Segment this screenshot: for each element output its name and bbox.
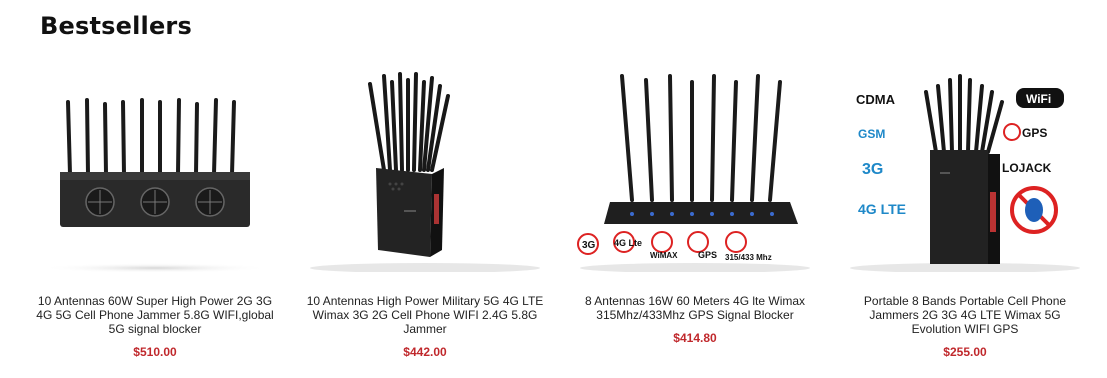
product-price: $255.00 (943, 345, 987, 359)
product-image[interactable]: CDMA GSM 3G 4G LTE WiFi GPS LOJACK (840, 62, 1090, 272)
badge-3g: 3G (582, 240, 596, 251)
badge-315-433: 315/433 Mhz (725, 253, 772, 262)
badge-gsm: GSM (858, 127, 885, 141)
product-name[interactable]: 10 Antennas 60W Super High Power 2G 3G 4… (36, 294, 274, 336)
product-name[interactable]: Portable 8 Bands Portable Cell Phone Jam… (846, 294, 1084, 336)
badge-wifi: WiFi (1026, 92, 1051, 106)
desktop-jammer-8-antennas-icon: 3G 4G Lte WiMAX GPS 315/433 Mhz (577, 74, 810, 272)
badge-cdma: CDMA (856, 92, 896, 107)
badge-gps: GPS (698, 250, 717, 260)
badge-4g-lte: 4G Lte (614, 238, 642, 248)
product-card[interactable]: 10 Antennas High Power Military 5G 4G LT… (300, 62, 550, 372)
product-card[interactable]: 10 Antennas 60W Super High Power 2G 3G 4… (30, 62, 280, 372)
product-name[interactable]: 10 Antennas High Power Military 5G 4G LT… (306, 294, 544, 336)
product-card[interactable]: 3G 4G Lte WiMAX GPS 315/433 Mhz 8 Antenn… (570, 62, 820, 372)
badge-4g-lte: 4G LTE (858, 201, 906, 217)
badge-gps: GPS (1022, 126, 1047, 140)
section-title: Bestsellers (40, 12, 192, 40)
product-image[interactable] (30, 62, 280, 272)
badge-lojack: LOJACK (1002, 161, 1052, 175)
product-card[interactable]: CDMA GSM 3G 4G LTE WiFi GPS LOJACK Porta… (840, 62, 1090, 372)
badge-3g: 3G (862, 161, 883, 178)
handheld-jammer-8-bands-icon: CDMA GSM 3G 4G LTE WiFi GPS LOJACK (850, 74, 1080, 272)
product-grid: 10 Antennas 60W Super High Power 2G 3G 4… (30, 62, 1090, 372)
desktop-jammer-10-antennas-icon (40, 98, 270, 272)
handheld-jammer-10-antennas-icon (300, 62, 550, 272)
badge-wimax: WiMAX (650, 251, 678, 260)
product-price: $510.00 (133, 345, 177, 359)
product-price: $414.80 (673, 331, 717, 345)
product-image[interactable] (300, 62, 550, 272)
product-image[interactable]: 3G 4G Lte WiMAX GPS 315/433 Mhz (570, 62, 820, 272)
product-name[interactable]: 8 Antennas 16W 60 Meters 4G lte Wimax 31… (576, 294, 814, 322)
product-price: $442.00 (403, 345, 447, 359)
